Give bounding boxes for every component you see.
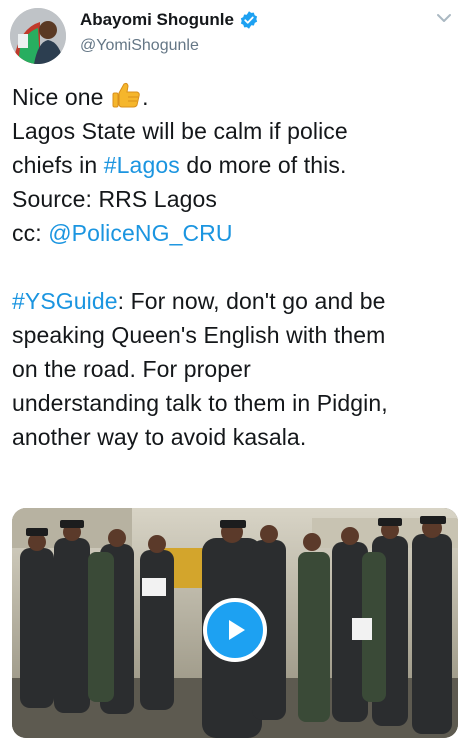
verified-badge-icon [240,11,258,29]
thumbs-up-icon [112,82,140,108]
tweet-text-span: do more of this. [179,152,347,178]
tweet-line: chiefs in #Lagos do more of this. [12,148,464,182]
tweet-line: Source: RRS Lagos [12,182,464,216]
tweet-text-span: chiefs in [12,152,104,178]
tweet-header: Abayomi Shogunle @YomiShogunle [0,0,471,70]
play-button[interactable] [203,598,267,662]
tweet-text-span: . [142,84,149,110]
tweet-line: #YSGuide: For now, don't go and be [12,284,464,318]
tweet-line: on the road. For proper [12,352,464,386]
tweet-text-span: understanding talk to them in Pidgin, [12,390,388,416]
tweet-text-span: another way to avoid kasala. [12,424,307,450]
name-row: Abayomi Shogunle [80,10,259,30]
play-icon [229,620,245,640]
tweet-text: Nice one . Lagos State will be calm if p… [12,80,464,454]
tweet-line: understanding talk to them in Pidgin, [12,386,464,420]
tweet-text-span: Lagos State will be calm if police [12,118,348,144]
user-handle[interactable]: @YomiShogunle [80,37,199,55]
tweet-text-span: Nice one [12,84,111,110]
hashtag-link-ysguide[interactable]: #YSGuide [12,288,118,314]
tweet-line: another way to avoid kasala. [12,420,464,454]
avatar[interactable] [10,8,66,64]
tweet-line: cc: @PoliceNG_CRU [12,216,464,250]
tweet-line: Nice one . [12,80,464,114]
tweet-line: Lagos State will be calm if police [12,114,464,148]
line-spacer [12,250,464,284]
tweet-text-span: Source: RRS Lagos [12,186,217,212]
display-name[interactable]: Abayomi Shogunle [80,10,234,30]
tweet-text-span: : For now, don't go and be [117,288,386,314]
tweet-text-span: on the road. For proper [12,356,251,382]
tweet-text-span: speaking Queen's English with them [12,322,386,348]
hashtag-link-lagos[interactable]: #Lagos [104,152,180,178]
tweet-text-span: cc: [12,220,49,246]
chevron-down-icon[interactable] [436,12,452,24]
tweet-line: speaking Queen's English with them [12,318,464,352]
mention-link-policeng-cru[interactable]: @PoliceNG_CRU [48,220,232,246]
